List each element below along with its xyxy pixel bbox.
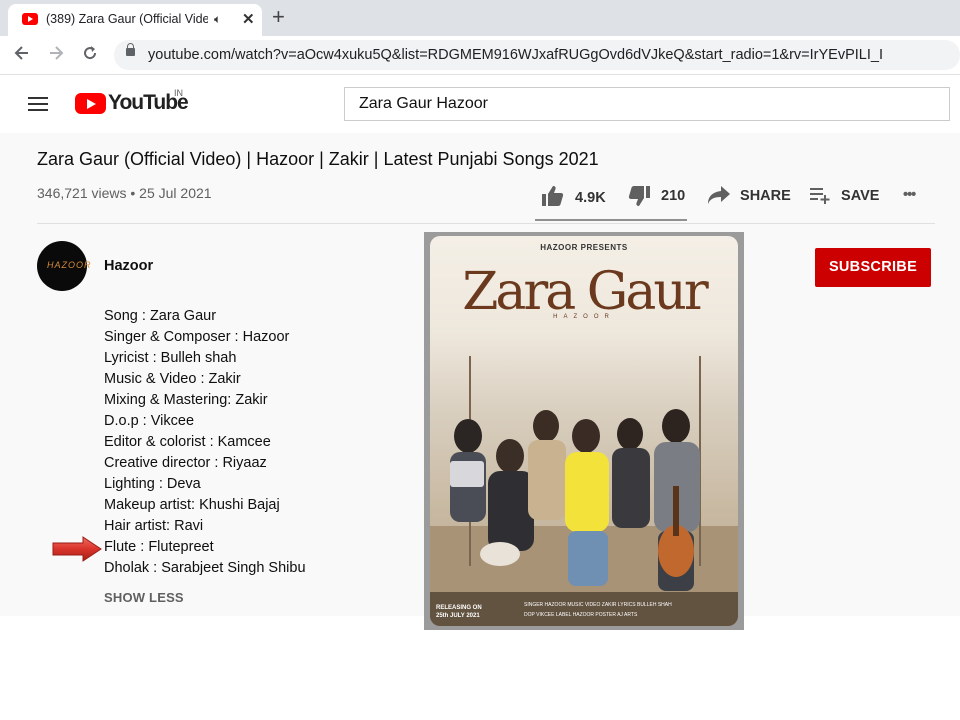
credit-line: Singer & Composer : Hazoor [104,329,290,345]
poster-title: Zara Gaur [462,262,708,322]
credit-line: D.o.p : Vikcee [104,413,195,429]
browser-tab[interactable]: (389) Zara Gaur (Official Video 🔈︎ ✕ [8,4,262,36]
credit-line: Makeup artist: Khushi Bajaj [104,497,280,513]
poster-credits-line: DOP VIKCEE LABEL HAZOOR POSTER AJ ARTS [524,612,638,618]
divider [37,223,935,224]
lock-icon[interactable] [126,43,135,56]
subscribe-button[interactable]: SUBSCRIBE [815,248,931,287]
video-title: Zara Gaur (Official Video) | Hazoor | Za… [37,149,599,169]
thumbs-up-icon [542,186,564,206]
youtube-logo-icon[interactable] [75,93,106,114]
save-button[interactable]: SAVE [808,185,879,205]
credit-line: Music & Video : Zakir [104,371,241,387]
credit-line: Song : Zara Gaur [104,308,217,324]
youtube-header: YouTube IN Zara Gaur Hazoor [0,75,960,133]
poster-credits-line: SINGER HAZOOR MUSIC VIDEO ZAKIR LYRICS B… [524,602,672,608]
country-code: IN [174,88,183,98]
url-text[interactable]: youtube.com/watch?v=aOcw4xuku5Q&list=RDG… [148,47,883,63]
save-label: SAVE [841,188,880,204]
reload-icon[interactable] [80,43,100,69]
credit-line: Dholak : Sarabjeet Singh Shibu [104,560,306,576]
like-ratio-bar [535,219,687,221]
credit-line: Hair artist: Ravi [104,518,204,534]
share-arrow-icon [708,186,730,204]
avatar-logo-text: HAZOOR [47,260,92,270]
share-label: SHARE [740,188,791,204]
credit-line: Lyricist : Bulleh shah [104,350,237,366]
thumbs-down-icon [628,186,650,206]
credit-line-flute: Flute : Flutepreet [104,539,214,555]
like-button[interactable]: 4.9K [541,185,606,207]
red-arrow-icon [52,536,102,562]
forward-arrow-icon[interactable] [46,43,66,69]
credit-line: Creative director : Riyaaz [104,455,267,471]
search-value[interactable]: Zara Gaur Hazoor [359,95,488,113]
poster-subtitle: HAZOOR [553,314,615,320]
tab-title: (389) Zara Gaur (Official Video [46,12,208,26]
poster-image: HAZOOR PRESENTS Zara Gaur HAZOOR RELEASI… [430,236,738,626]
new-tab-button[interactable]: + [272,4,285,30]
speaker-icon[interactable]: 🔈︎ [214,12,221,27]
browser-toolbar: youtube.com/watch?v=aOcw4xuku5Q&list=RDG… [0,36,960,75]
search-input[interactable]: Zara Gaur Hazoor [344,87,950,121]
video-thumbnail[interactable]: HAZOOR PRESENTS Zara Gaur HAZOOR RELEASI… [424,232,744,630]
credit-line: Mixing & Mastering: Zakir [104,392,268,408]
tab-close-button[interactable]: ✕ [242,10,255,28]
menu-icon[interactable] [28,97,48,115]
youtube-favicon-icon [22,13,38,25]
address-bar[interactable]: youtube.com/watch?v=aOcw4xuku5Q&list=RDG… [114,40,960,70]
show-less-button[interactable]: SHOW LESS [104,590,184,605]
description-credits: Song : Zara Gaur Singer & Composer : Haz… [104,306,306,579]
channel-name[interactable]: Hazoor [104,258,153,274]
more-options-icon[interactable]: ••• [903,187,916,203]
credit-line: Lighting : Deva [104,476,201,492]
playlist-add-icon [810,188,830,204]
dislike-count: 210 [661,188,686,204]
credit-line: Editor & colorist : Kamcee [104,434,271,450]
band-photo-illustration [430,356,738,626]
share-button[interactable]: SHARE [707,185,791,205]
dislike-button[interactable]: 210 [627,185,685,207]
back-arrow-icon[interactable] [12,43,32,69]
like-count: 4.9K [575,190,606,206]
poster-credits: SINGER HAZOOR MUSIC VIDEO ZAKIR LYRICS B… [524,600,672,620]
poster-release-date: RELEASING ON 25th JULY 2021 [436,605,482,619]
channel-avatar[interactable]: HAZOOR [37,241,91,291]
video-meta: 346,721 views • 25 Jul 2021 [37,185,212,201]
browser-tab-strip: (389) Zara Gaur (Official Video 🔈︎ ✕ + [0,0,960,36]
poster-presents: HAZOOR PRESENTS [540,243,628,252]
